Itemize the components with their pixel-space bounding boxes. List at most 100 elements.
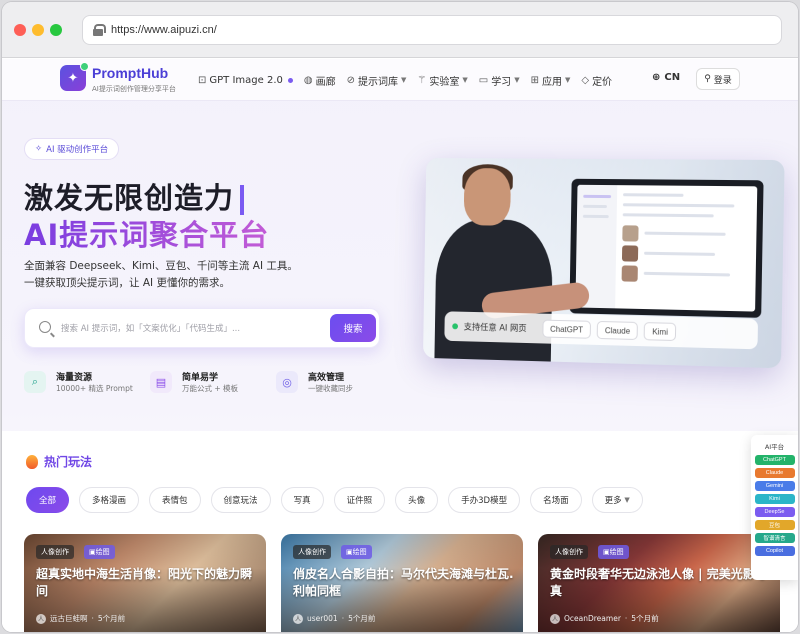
filter-portrait[interactable]: 写真 — [280, 487, 324, 513]
nav-item-gallery[interactable]: ◍ 画廊 — [304, 73, 336, 88]
prompt-card[interactable]: 人像创作 ▣ 绘图 黄金时段奢华无边泳池人像 | 完美光影写真 人 OceanD… — [538, 534, 780, 632]
category-tag: 人像创作 — [550, 545, 588, 559]
browser-chrome: https://www.aipuzi.cn/ — [2, 2, 798, 58]
platform-button-kimi[interactable]: Kimi — [754, 494, 795, 504]
filter-sticker[interactable]: 表情包 — [149, 487, 201, 513]
prompt-card[interactable]: 人像创作 ▣ 绘图 俏皮名人合影自拍：马尔代夫海滩与杜瓦.利帕同框 人 user… — [281, 534, 523, 632]
filter-avatar[interactable]: 头像 — [395, 487, 439, 513]
platform-button-chatgpt[interactable]: ChatGPT — [754, 455, 795, 465]
monitor-illustration — [569, 178, 764, 318]
platform-button-gemini[interactable]: Gemini — [754, 481, 795, 491]
fire-icon — [26, 454, 38, 469]
book-icon: ▭ — [478, 74, 489, 86]
filter-id-photo[interactable]: 证件照 — [333, 487, 386, 513]
card-meta: 人 远古巨蛙啊 · 5个月前 — [36, 613, 126, 624]
grid-icon: ⊞ — [530, 74, 539, 86]
text-caret — [240, 185, 245, 215]
avatar: 人 — [36, 613, 46, 624]
sparkle-icon: ✧ — [35, 144, 43, 154]
ai-platform-panel: AI平台 ChatGPT Claude Gemini Kimi DeepSe 豆包智谱清言… — [751, 435, 798, 580]
filter-3d-figure[interactable]: 手办3D模型 — [448, 487, 521, 513]
platform-button-copilot[interactable]: Copilot — [754, 546, 795, 556]
wand-icon: ⚚ — [417, 74, 427, 86]
chip-claude[interactable]: Claude — [596, 320, 639, 341]
url-text: https://www.aipuzi.cn/ — [111, 24, 217, 36]
chip-chatgpt[interactable]: ChatGPT — [542, 319, 592, 339]
close-window-button[interactable] — [14, 24, 26, 36]
address-bar[interactable]: https://www.aipuzi.cn/ — [82, 15, 782, 45]
filter-all[interactable]: 全部 — [26, 487, 70, 513]
nav-item-pricing[interactable]: ◇ 定价 — [581, 73, 612, 88]
platform-button-claude[interactable]: Claude — [754, 468, 795, 478]
language-switch[interactable]: ⊕ CN — [652, 72, 680, 83]
filter-famous-scene[interactable]: 名场面 — [530, 487, 582, 513]
hero-badge: ✧ AI 驱动创作平台 — [24, 138, 120, 160]
login-button[interactable]: ⚲ 登录 — [696, 68, 740, 90]
search-button[interactable]: 搜索 — [330, 314, 376, 342]
search-icon — [39, 321, 51, 333]
hero-search: 搜索 — [24, 308, 380, 348]
diamond-icon: ◇ — [581, 74, 590, 86]
nav-item-apps[interactable]: ⊞ 应用 ▼ — [531, 73, 571, 88]
type-tag: ▣ 绘图 — [598, 545, 629, 559]
online-dot-icon — [452, 323, 459, 330]
brand-name[interactable]: PromptHub — [92, 65, 168, 81]
palette-icon: ◍ — [303, 74, 313, 86]
user-icon: ⚲ — [704, 74, 711, 84]
chevron-down-icon: ▼ — [400, 76, 407, 84]
card-title: 俏皮名人合影自拍：马尔代夫海滩与杜瓦.利帕同框 — [293, 567, 514, 598]
hero-title-line1: 激发无限创造力 — [24, 175, 245, 217]
filter-creative[interactable]: 创意玩法 — [210, 487, 271, 513]
search-icon: ⌕ — [24, 371, 46, 393]
lock-icon — [93, 24, 106, 36]
page: ✦ PromptHub AI提示词创作管理分享平台 ⊡ GPT Image 2.… — [2, 59, 798, 632]
type-tag: ▣ 绘图 — [84, 545, 115, 559]
image-icon: ⊡ — [198, 74, 207, 86]
hero-title-line2: AI提示词聚合平台 — [24, 212, 269, 254]
section-title: 热门玩法 — [26, 453, 92, 470]
category-filters: 全部 多格漫画 表情包 创意玩法 写真 证件照 头像 手办3D模型 名场面 更多… — [26, 487, 643, 513]
hero-illustration: 支持任意 AI 网页 ChatGPT Claude Kimi — [422, 158, 785, 369]
filter-comic[interactable]: 多格漫画 — [79, 487, 140, 513]
platform-button-deepse[interactable]: DeepSe — [754, 507, 795, 517]
compass-icon: ⊘ — [346, 74, 355, 86]
chip-kimi[interactable]: Kimi — [644, 322, 677, 342]
nav-item-learn[interactable]: ▭ 学习 ▼ — [479, 73, 520, 88]
filter-more[interactable]: 更多 ▼ — [591, 487, 643, 513]
new-dot-icon — [287, 77, 293, 83]
avatar: 人 — [550, 613, 560, 624]
minimize-window-button[interactable] — [32, 24, 44, 36]
nav-item-lab[interactable]: ⚚ 实验室 ▼ — [417, 73, 467, 88]
card-meta: 人 user001 · 5个月前 — [293, 613, 376, 624]
platform-button-智谱清言[interactable]: 智谱清言 — [754, 533, 795, 543]
chevron-down-icon: ▼ — [514, 76, 520, 84]
category-tag: 人像创作 — [293, 545, 331, 559]
nav-item-gpt-image[interactable]: ⊡ GPT Image 2.0 — [198, 75, 293, 86]
feature-list: ⌕ 海量资源 10000+ 精选 Prompt ▤ 简单易学 万能公式 + 模板… — [24, 367, 364, 403]
card-grid: 人像创作 ▣ 绘图 超真实地中海生活肖像：阳光下的魅力瞬间 人 远古巨蛙啊 · 5个… — [24, 534, 784, 632]
brand-subtitle: AI提示词创作管理分享平台 — [92, 85, 176, 93]
hero-description: 全面兼容 Deepseek、Kimi、豆包、千问等主流 AI 工具。 一键获取顶… — [24, 260, 298, 289]
browser-window: https://www.aipuzi.cn/ ✦ PromptHub AI提示词… — [2, 2, 798, 632]
chevron-down-icon: ▼ — [624, 496, 630, 504]
card-title: 超真实地中海生活肖像：阳光下的魅力瞬间 — [36, 567, 253, 598]
platform-button-豆包[interactable]: 豆包 — [754, 520, 795, 530]
hot-section: 热门玩法 全部 多格漫画 表情包 创意玩法 写真 证件照 头像 手办3D模型 名… — [2, 431, 798, 632]
panel-title: AI平台 — [764, 443, 785, 451]
chevron-down-icon: ▼ — [462, 76, 468, 84]
globe-icon: ⊕ — [652, 72, 661, 83]
avatar: 人 — [293, 613, 303, 624]
logo-icon[interactable]: ✦ — [60, 62, 89, 91]
prompt-card[interactable]: 人像创作 ▣ 绘图 超真实地中海生活肖像：阳光下的魅力瞬间 人 远古巨蛙啊 · 5个… — [24, 534, 266, 632]
nav-item-prompt-library[interactable]: ⊘ 提示词库 ▼ — [347, 73, 407, 88]
chevron-down-icon: ▼ — [564, 76, 571, 84]
card-title: 黄金时段奢华无边泳池人像 | 完美光影写真 — [550, 567, 767, 598]
maximize-window-button[interactable] — [50, 24, 62, 36]
search-input[interactable] — [61, 319, 281, 339]
site-navbar: ✦ PromptHub AI提示词创作管理分享平台 ⊡ GPT Image 2.… — [2, 59, 798, 101]
nav-menu: ⊡ GPT Image 2.0 ◍ 画廊 ⊘ 提示词库 ▼ ⚚ 实验室 ▼ ▭ … — [198, 59, 612, 101]
card-meta: 人 OceanDreamer · 5个月前 — [550, 613, 659, 624]
book-icon: ▤ — [150, 371, 172, 393]
target-icon: ◎ — [276, 371, 298, 393]
category-tag: 人像创作 — [36, 545, 74, 559]
